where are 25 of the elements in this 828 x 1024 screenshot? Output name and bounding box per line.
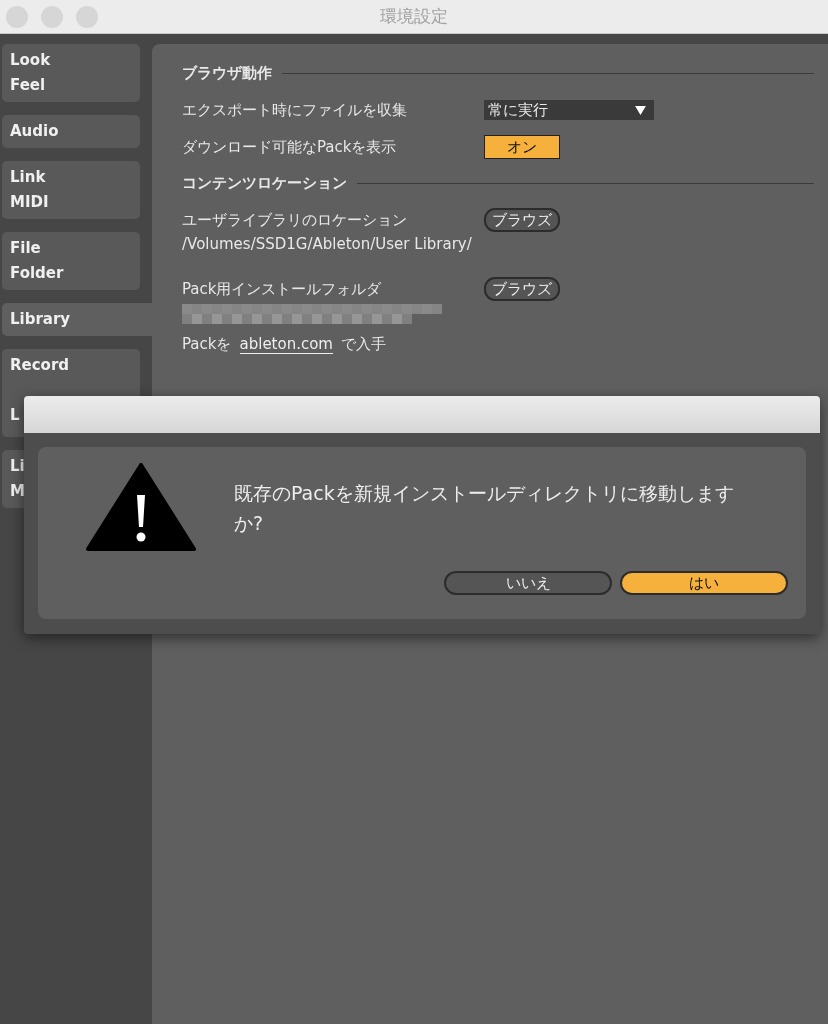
sidebar-tab[interactable]: Audio <box>2 115 140 148</box>
warning-icon <box>86 463 196 553</box>
dropdown[interactable]: 常に実行 <box>484 100 654 120</box>
setting-label: ユーザライブラリのロケーション <box>182 210 408 230</box>
link-suffix: で入手 <box>341 334 386 354</box>
website-link[interactable]: ableton.com <box>239 334 333 354</box>
link-prefix: Packを <box>182 334 232 354</box>
sidebar-tab[interactable]: File Folder <box>2 232 140 290</box>
setting-label: Pack用インストールフォルダ <box>182 279 383 299</box>
section-title: コンテンツロケーション <box>182 173 347 193</box>
setting-label: ダウンロード可能なPackを表示 <box>182 137 398 157</box>
window-title: 環境設定 <box>380 5 448 28</box>
browse-button[interactable]: ブラウズ <box>484 277 560 301</box>
section-title: ブラウザ動作 <box>182 63 272 83</box>
sidebar-tab[interactable]: Look Feel <box>2 44 140 102</box>
dialog-button[interactable]: はい <box>620 571 788 595</box>
dialog-message: 既存のPackを新規インストールディレクトリに移動しますか? <box>234 481 735 536</box>
dialog-button[interactable]: いいえ <box>444 571 612 595</box>
sidebar-tab[interactable]: Link MIDI <box>2 161 140 219</box>
browse-button[interactable]: ブラウズ <box>484 208 560 232</box>
caret-icon <box>635 105 646 115</box>
sidebar-tab[interactable]: Library <box>2 303 152 336</box>
folder-path: /Volumes/SSD1G/Ableton/User Library/ <box>182 235 473 255</box>
toggle-button[interactable]: オン <box>484 135 560 159</box>
setting-label: エクスポート時にファイルを収集 <box>182 100 408 120</box>
